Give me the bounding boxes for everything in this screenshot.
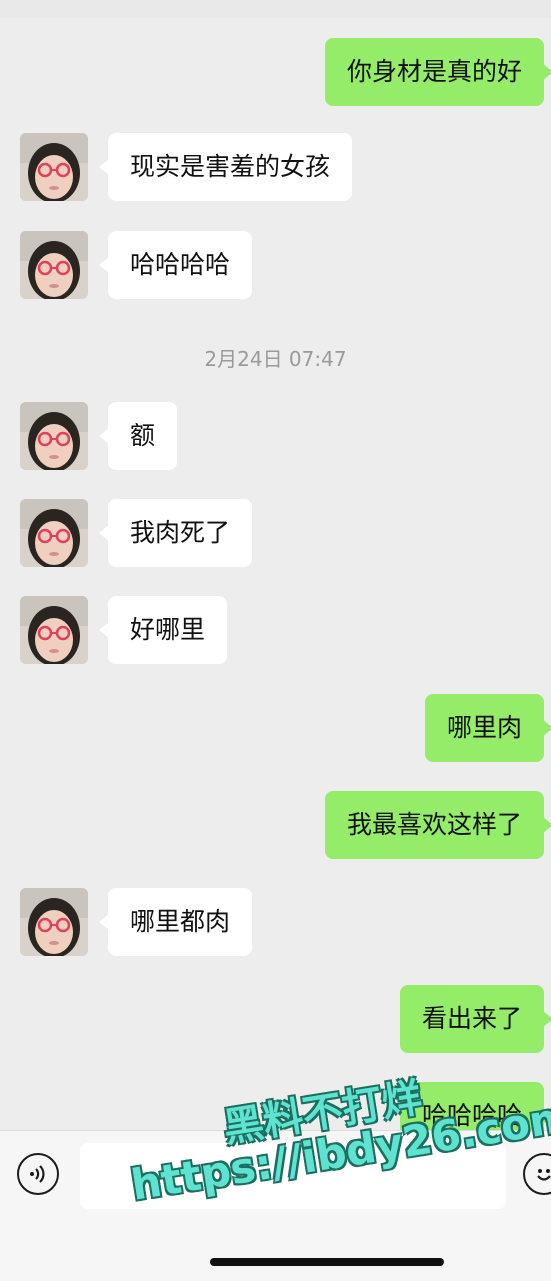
- message-bubble[interactable]: 哪里肉: [424, 694, 551, 762]
- contact-avatar[interactable]: [20, 596, 88, 664]
- message-bubble[interactable]: 哪里都肉: [98, 888, 253, 956]
- message-input[interactable]: [80, 1143, 506, 1209]
- message-row-incoming: 我肉死了: [0, 499, 551, 569]
- message-bubble[interactable]: 现实是害羞的女孩: [98, 133, 353, 201]
- contact-avatar[interactable]: [20, 231, 88, 299]
- message-bubble[interactable]: 好哪里: [98, 596, 228, 664]
- contact-avatar[interactable]: [20, 133, 88, 201]
- message-bubble[interactable]: 我肉死了: [98, 499, 253, 567]
- message-row-incoming: 好哪里: [0, 596, 551, 666]
- message-row-incoming: 哈哈哈哈: [0, 231, 551, 301]
- message-row-outgoing: 哪里肉: [0, 694, 551, 764]
- message-bubble[interactable]: 哈哈哈哈: [98, 231, 253, 299]
- message-bubble[interactable]: 看出来了: [399, 985, 551, 1053]
- message-row-incoming: 额: [0, 402, 551, 472]
- message-timestamp: 2月24日 07:47: [204, 347, 347, 371]
- contact-avatar[interactable]: [20, 402, 88, 470]
- message-row-outgoing: 看出来了: [0, 985, 551, 1055]
- contact-avatar[interactable]: [20, 499, 88, 567]
- status-bar-area: [0, 0, 551, 18]
- message-bubble[interactable]: 你身材是真的好: [324, 38, 551, 106]
- contact-avatar[interactable]: [20, 888, 88, 956]
- message-row-incoming: 现实是害羞的女孩: [0, 133, 551, 203]
- home-indicator: [210, 1258, 444, 1266]
- message-bubble[interactable]: 额: [98, 402, 178, 470]
- voice-icon[interactable]: [17, 1153, 59, 1195]
- emoji-icon[interactable]: [523, 1153, 551, 1195]
- message-bubble[interactable]: 我最喜欢这样了: [324, 791, 551, 859]
- message-row-outgoing: 你身材是真的好: [0, 38, 551, 108]
- message-row-outgoing: 我最喜欢这样了: [0, 791, 551, 861]
- message-row-incoming: 哪里都肉: [0, 888, 551, 958]
